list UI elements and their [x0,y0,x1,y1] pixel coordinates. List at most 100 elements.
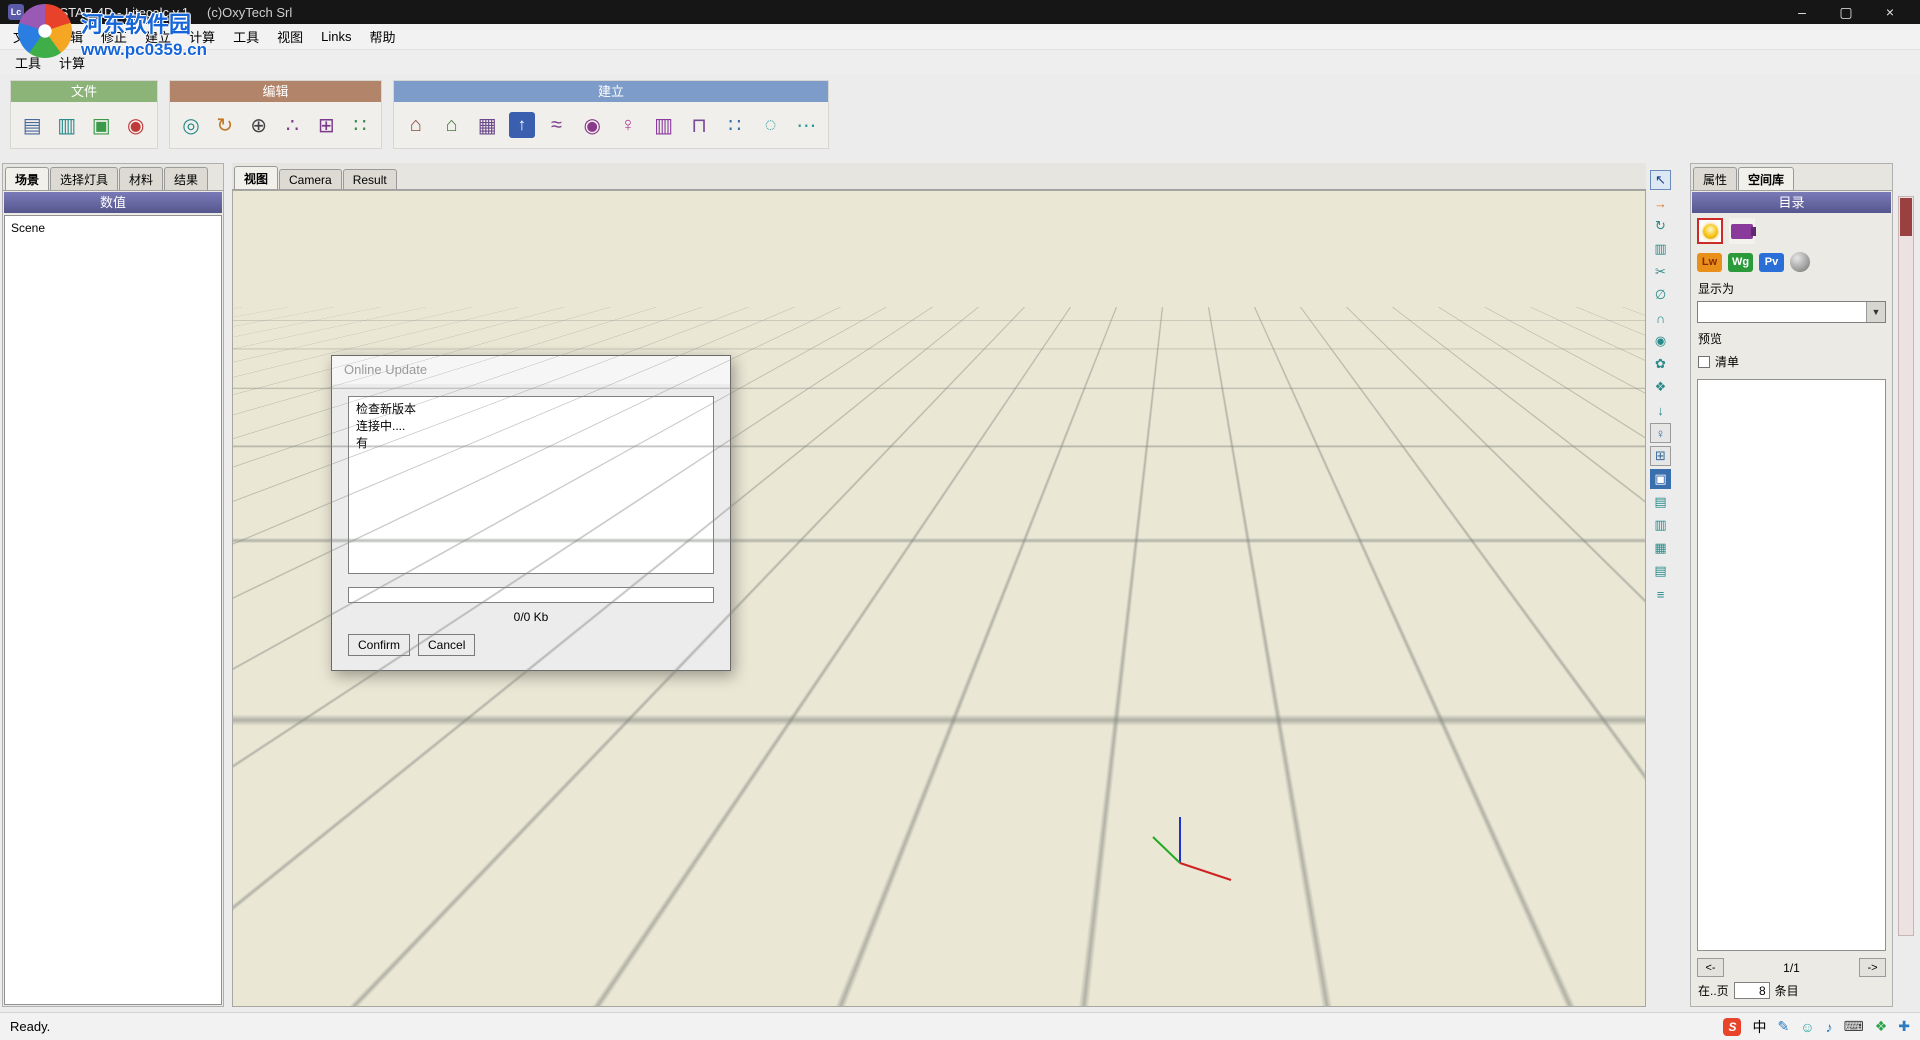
display-as-dropdown[interactable]: ▼ [1697,301,1886,323]
lamp-catalog-icon[interactable] [1697,218,1723,244]
array-grid-icon[interactable]: ∷ [721,110,749,140]
photo-icon[interactable]: ◉ [1650,331,1671,351]
tab-space-library[interactable]: 空间库 [1738,167,1794,190]
pen-icon[interactable]: ✎ [1777,1018,1789,1035]
menu-links[interactable]: Links [312,27,360,46]
page-indicator: 1/1 [1724,961,1859,975]
pattern-icon[interactable]: ∷ [347,110,373,140]
chinese-ime-indicator[interactable]: 中 [1752,1017,1766,1037]
close-button[interactable]: × [1868,4,1912,21]
road-icon[interactable]: ≈ [543,110,571,140]
wrench-icon[interactable]: ✚ [1898,1018,1910,1035]
sogou-ime-icon[interactable]: S [1723,1018,1741,1036]
wg-format-icon[interactable]: Wg [1728,253,1753,272]
scene-tree[interactable]: Scene [4,215,222,1005]
open-document-icon[interactable]: ▥ [54,110,81,140]
right-scrollbar[interactable] [1898,196,1914,936]
toolbar-group-build: 建立 ⌂ ⌂ ▦ ↑ ≈ ◉ ♀ ▥ ⊓ ∷ ◌ ⋯ [393,80,829,149]
tab-camera[interactable]: Camera [279,169,342,189]
pager: <- 1/1 -> [1691,955,1892,980]
list-checkbox[interactable] [1698,356,1710,368]
minimize-button[interactable]: – [1780,4,1824,21]
arc-icon[interactable]: ∩ [1650,308,1671,328]
rotate-icon[interactable]: ↻ [212,110,238,140]
cut-icon[interactable]: ✂ [1650,262,1671,282]
side-toolbar: ↖ → ↻ ▥ ✂ ∅ ∩ ◉ ✿ ❖ ↓ ♀ ⊞ ▣ ▤ ▥ ▦ ▤ ≡ [1650,170,1674,604]
panel-icon[interactable]: ▥ [1650,515,1671,535]
chevron-down-icon[interactable]: ▼ [1866,302,1885,322]
stats-icon[interactable]: ▥ [1650,239,1671,259]
pv-format-icon[interactable]: Pv [1759,253,1784,272]
pointer-icon[interactable]: ↖ [1650,170,1671,190]
projector-catalog-icon[interactable] [1729,218,1755,244]
status-text: Ready. [10,1019,50,1034]
projector-icon [1731,224,1753,239]
building-icon[interactable]: ▦ [473,110,501,140]
orbit-icon[interactable]: ↻ [1650,216,1671,236]
scene-panel: 场景 选择灯具 材料 结果 数值 Scene [2,163,224,1007]
items-per-page-row: 在..页 条目 [1691,980,1892,1006]
menu-tools[interactable]: 工具 [224,25,268,48]
pan-icon[interactable]: → [1650,193,1671,213]
tab-select-luminaire[interactable]: 选择灯具 [50,167,118,190]
tab-result-view[interactable]: Result [343,169,397,189]
tab-scene[interactable]: 场景 [5,167,49,190]
frame-icon[interactable]: ⊞ [1650,446,1671,466]
room-icon[interactable]: ⌂ [402,110,430,140]
sphere-preview-icon[interactable] [1790,252,1810,272]
axes-icon[interactable]: ❖ [1650,377,1671,397]
mic-icon[interactable]: ♪ [1825,1019,1832,1035]
maximize-button[interactable]: ▢ [1824,4,1868,21]
per-page-suffix: 条目 [1775,982,1799,999]
shield-icon[interactable]: ❖ [1875,1018,1888,1035]
tab-properties[interactable]: 属性 [1693,167,1737,190]
power-icon[interactable]: ◉ [123,110,150,140]
tab-result[interactable]: 结果 [164,167,208,190]
extrude-up-icon[interactable]: ↑ [509,112,535,138]
luminaire-pole-icon[interactable]: ♀ [614,110,642,140]
fence-icon[interactable]: ▥ [650,110,678,140]
list-checkbox-row: 清单 [1691,348,1892,375]
tree-item-scene[interactable]: Scene [11,221,215,235]
menu-view[interactable]: 视图 [268,25,312,48]
camera-object-icon[interactable]: ◉ [578,110,606,140]
new-document-icon[interactable]: ▤ [19,110,46,140]
clip-icon[interactable]: ∅ [1650,285,1671,305]
items-per-page-input[interactable] [1734,982,1770,999]
prev-page-button[interactable]: <- [1697,958,1724,977]
confirm-button[interactable]: Confirm [348,634,410,656]
save-icon[interactable]: ▣ [88,110,115,140]
tab-material[interactable]: 材料 [119,167,163,190]
keyboard-icon[interactable]: ⌨ [1843,1018,1863,1035]
flower-icon[interactable]: ✿ [1650,354,1671,374]
log-line: 有 [356,435,706,452]
array-line-icon[interactable]: ⋯ [792,110,820,140]
drop-icon[interactable]: ↓ [1650,400,1671,420]
table-icon[interactable]: ▤ [1650,492,1671,512]
toolbar-group-edit: 编辑 ◎ ↻ ⊕ ∴ ⊞ ∷ [169,80,382,149]
scrollbar-thumb[interactable] [1900,198,1912,236]
group-icon[interactable]: ∴ [279,110,305,140]
bridge-icon[interactable]: ⊓ [685,110,713,140]
columns-icon[interactable]: ▦ [1650,538,1671,558]
bulb-icon [1703,224,1718,239]
hierarchy-icon[interactable]: ⊞ [313,110,339,140]
monitor-icon[interactable]: ▣ [1650,469,1671,489]
next-page-button[interactable]: -> [1859,958,1886,977]
catalog-list[interactable] [1697,379,1886,951]
group-header-file: 文件 [11,81,157,102]
watermark-site-name: 河东软件园 [81,7,207,39]
outdoor-scene-icon[interactable]: ⌂ [438,110,466,140]
layers-icon[interactable]: ≡ [1650,584,1671,604]
select-circle-icon[interactable]: ◎ [178,110,204,140]
rows-icon[interactable]: ▤ [1650,561,1671,581]
array-circle-icon[interactable]: ◌ [757,110,785,140]
menu-help[interactable]: 帮助 [360,25,404,48]
pin-icon[interactable]: ♀ [1650,423,1671,443]
tab-view[interactable]: 视图 [234,166,278,189]
smiley-icon[interactable]: ☺ [1800,1019,1814,1035]
cancel-button[interactable]: Cancel [418,634,475,656]
lw-format-icon[interactable]: Lw [1697,253,1722,272]
online-update-dialog: Online Update 检查新版本 连接中.... 有 0/0 Kb Con… [331,355,731,671]
move-icon[interactable]: ⊕ [246,110,272,140]
